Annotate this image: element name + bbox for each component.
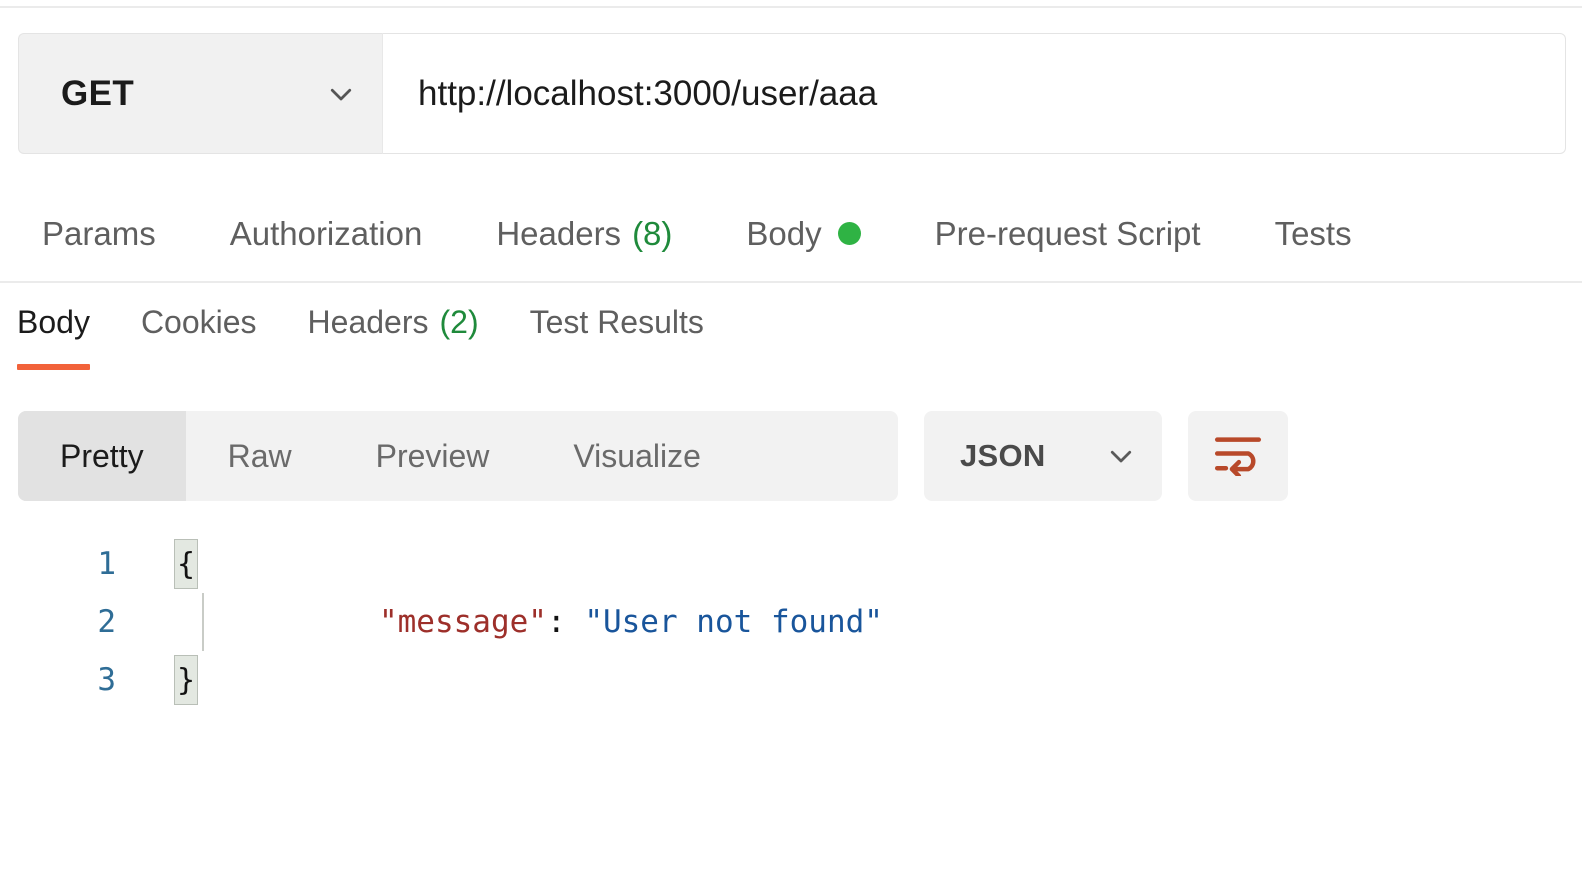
response-tab-headers-label: Headers [307,304,429,340]
view-mode-raw-label: Raw [227,437,292,474]
response-body-viewer[interactable]: 1 { 2 "message": "User not found" 3 } [0,535,1582,709]
request-tab-bar: Params Authorization Headers (8) Body Pr… [0,186,1582,283]
response-tab-body[interactable]: Body [17,292,90,370]
json-string-value: "User not found" [584,604,883,640]
http-method-label: GET [61,73,135,113]
request-tab-headers[interactable]: Headers (8) [496,215,672,253]
response-tab-test-results[interactable]: Test Results [530,292,704,341]
request-tab-params[interactable]: Params [42,215,156,253]
line-number: 1 [97,546,116,582]
response-tab-headers-count: (2) [439,304,479,340]
wrap-text-icon [1212,431,1264,481]
code-line: 2 "message": "User not found" [0,593,1582,651]
response-tab-test-results-label: Test Results [529,304,704,340]
response-tab-cookies[interactable]: Cookies [141,292,257,341]
request-tab-authorization-label: Authorization [229,214,423,252]
fold-marker-open[interactable]: { [174,539,198,589]
request-url-text: http://localhost:3000/user/aaa [418,73,878,113]
request-tab-headers-label: Headers [496,214,622,252]
request-url-input[interactable]: http://localhost:3000/user/aaa [382,33,1566,154]
chevron-down-icon [1106,441,1136,471]
fold-marker-close[interactable]: } [174,655,198,705]
request-tab-authorization[interactable]: Authorization [230,215,423,253]
response-tab-body-label: Body [17,304,90,340]
response-language-select[interactable]: JSON [924,411,1162,501]
code-line: 3 } [0,651,1582,709]
response-tab-cookies-label: Cookies [140,304,257,340]
http-method-select[interactable]: GET [18,33,382,154]
request-url-bar: GET http://localhost:3000/user/aaa [18,33,1566,154]
response-tab-bar: Body Cookies Headers (2) Test Results [0,292,1582,380]
view-mode-pretty[interactable]: Pretty [18,411,186,501]
json-colon: : [546,604,566,640]
chevron-down-icon [326,79,356,109]
line-number: 3 [97,662,116,698]
request-tab-body[interactable]: Body [746,214,861,253]
request-tab-pre-request-script-label: Pre-request Script [934,214,1201,252]
view-mode-visualize[interactable]: Visualize [531,411,742,501]
request-tab-params-label: Params [42,214,156,252]
response-tab-headers[interactable]: Headers (2) [308,292,479,341]
wrap-text-button[interactable] [1188,411,1288,501]
request-tab-headers-count: (8) [632,214,673,252]
request-tab-body-label: Body [746,214,822,252]
body-present-dot-icon [837,222,861,245]
request-tab-pre-request-script[interactable]: Pre-request Script [935,215,1201,253]
view-mode-raw[interactable]: Raw [186,411,334,501]
json-key: "message" [378,604,547,640]
line-number: 2 [97,604,116,640]
view-mode-pretty-label: Pretty [60,437,144,474]
fold-connector-line [202,593,204,651]
top-divider [0,6,1582,8]
view-mode-preview-label: Preview [375,437,490,474]
request-tab-tests[interactable]: Tests [1275,215,1352,253]
response-language-label: JSON [960,438,1046,473]
json-space [566,604,585,640]
response-view-mode-group: Pretty Raw Preview Visualize [18,411,898,501]
fold-marker-none [174,597,198,647]
view-mode-visualize-label: Visualize [573,437,701,474]
request-tab-tests-label: Tests [1274,214,1352,252]
view-mode-preview[interactable]: Preview [334,411,532,501]
response-format-toolbar: Pretty Raw Preview Visualize JSON [18,411,1288,501]
